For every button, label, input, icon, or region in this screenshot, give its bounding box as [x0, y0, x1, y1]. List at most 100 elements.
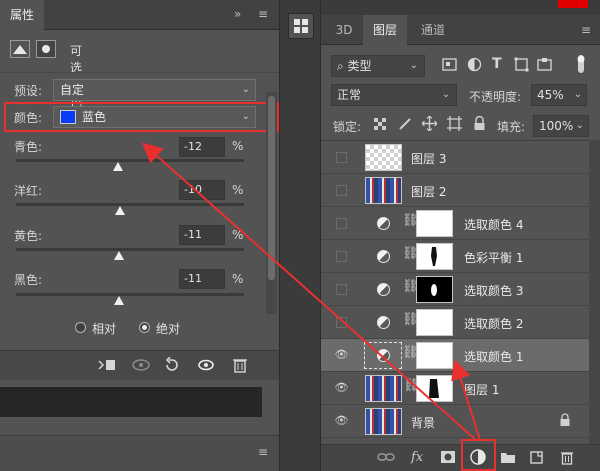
adjustment-icon — [377, 250, 390, 263]
tab-layers[interactable]: 图层 — [363, 15, 407, 45]
layer-comps-icon[interactable] — [288, 13, 314, 39]
layer-row[interactable]: 👁 ⛓ 图层 1 — [321, 372, 589, 405]
yellow-slider-track[interactable] — [16, 248, 244, 251]
layer-row[interactable]: ⛓ 选取颜色 4 — [321, 207, 589, 240]
adjustment-layer-icon[interactable] — [10, 40, 30, 58]
link-layers-icon[interactable] — [377, 450, 395, 468]
blend-mode-select[interactable]: 正常 ⌄ — [331, 84, 457, 106]
black-slider-track[interactable] — [16, 293, 244, 296]
radio-relative[interactable] — [75, 322, 86, 333]
layer-name[interactable]: 图层 1 — [464, 381, 499, 398]
scrollbar-thumb[interactable] — [268, 96, 275, 280]
visibility-toggle[interactable] — [336, 185, 347, 196]
layer-name[interactable]: 图层 3 — [411, 150, 446, 167]
lock-icon — [559, 413, 571, 430]
eye-icon[interactable]: 👁 — [334, 381, 349, 395]
black-unit: % — [232, 272, 244, 286]
magenta-slider-track[interactable] — [16, 203, 244, 206]
collapse-panel-button[interactable]: » — [234, 7, 241, 21]
layer-row[interactable]: ⛓ 选取颜色 3 — [321, 273, 589, 306]
visibility-toggle[interactable] — [336, 317, 347, 328]
eye-icon[interactable]: 👁 — [334, 414, 349, 428]
cyan-slider-thumb[interactable] — [113, 162, 123, 171]
lock-transparent-icon[interactable] — [374, 118, 387, 135]
layer-row-selected[interactable]: 👁 ⛓ 选取颜色 1 — [321, 339, 589, 372]
layer-name[interactable]: 色彩平衡 1 — [464, 249, 523, 266]
panel-menu-icon[interactable]: ≡ — [258, 7, 268, 21]
lock-all-icon[interactable] — [473, 115, 486, 135]
layer-name[interactable]: 选取颜色 3 — [464, 282, 523, 299]
clip-to-layer-icon[interactable] — [97, 357, 117, 377]
panel-menu-icon[interactable]: ≡ — [258, 445, 268, 459]
properties-scrollbar[interactable] — [266, 92, 277, 314]
filter-kind-select[interactable]: ⌕ 类型 ⌄ — [331, 55, 425, 77]
new-layer-icon[interactable] — [529, 450, 544, 468]
visibility-toggle[interactable] — [336, 251, 347, 262]
black-value-input[interactable]: -11 — [179, 269, 225, 289]
visibility-toggle[interactable] — [336, 152, 347, 163]
preset-value: 自定 — [60, 83, 85, 97]
filter-adjustment-icon[interactable] — [467, 57, 482, 76]
cyan-slider-track[interactable] — [16, 159, 244, 162]
tab-3d[interactable]: 3D — [329, 15, 359, 45]
layer-row[interactable]: 图层 2 — [321, 174, 589, 207]
layer-name[interactable]: 选取颜色 1 — [464, 348, 523, 365]
yellow-value-input[interactable]: -11 — [179, 225, 225, 245]
lock-artboard-icon[interactable] — [447, 116, 462, 135]
layers-scrollbar[interactable] — [589, 140, 600, 444]
layer-row[interactable]: 图层 3 — [321, 141, 589, 174]
color-select[interactable]: 蓝色 ⌄ — [53, 106, 256, 128]
layer-name[interactable]: 选取颜色 2 — [464, 315, 523, 332]
yellow-slider-thumb[interactable] — [114, 251, 124, 260]
group-folder-icon[interactable] — [500, 450, 516, 468]
layer-name[interactable]: 背景 — [411, 414, 435, 431]
radio-absolute-label[interactable]: 绝对 — [156, 320, 180, 337]
yellow-unit: % — [232, 228, 244, 242]
layer-row[interactable]: ⛓ 色彩平衡 1 — [321, 240, 589, 273]
radio-absolute[interactable] — [139, 322, 150, 333]
chevron-down-icon: ⌄ — [409, 60, 418, 71]
preset-label: 预设: — [14, 84, 43, 98]
layer-name[interactable]: 图层 2 — [411, 183, 446, 200]
magenta-value-input[interactable]: -10 — [179, 180, 225, 200]
view-previous-icon[interactable] — [131, 357, 151, 377]
opacity-value: 45% — [537, 88, 564, 102]
lock-position-icon[interactable] — [421, 115, 438, 135]
cyan-value-input[interactable]: -12 — [179, 137, 225, 157]
layer-name[interactable]: 选取颜色 4 — [464, 216, 523, 233]
filter-toggle-icon[interactable] — [575, 53, 587, 79]
add-mask-icon[interactable] — [440, 450, 456, 468]
radio-relative-label[interactable]: 相对 — [92, 320, 116, 337]
filter-shape-icon[interactable] — [514, 57, 529, 76]
opacity-input[interactable]: 45% ⌄ — [531, 84, 587, 106]
tab-properties[interactable]: 属性 — [0, 0, 44, 30]
trash-icon[interactable] — [232, 357, 248, 377]
fx-icon[interactable]: fx — [411, 450, 423, 465]
slider-label-black: 黑色: — [14, 273, 43, 287]
search-icon: ⌕ — [337, 59, 348, 73]
slider-label-yellow: 黄色: — [14, 229, 43, 243]
layer-row[interactable]: 👁 背景 — [321, 405, 589, 438]
tab-channels[interactable]: 通道 — [413, 15, 453, 45]
filter-smart-object-icon[interactable] — [537, 57, 552, 76]
panel-menu-icon[interactable]: ≡ — [577, 15, 595, 45]
magenta-slider-thumb[interactable] — [115, 206, 125, 215]
black-slider-thumb[interactable] — [114, 296, 124, 305]
lock-pixels-brush-icon[interactable] — [398, 117, 412, 135]
eye-icon[interactable]: 👁 — [334, 348, 349, 362]
filter-pixel-icon[interactable] — [442, 57, 457, 76]
visibility-icon[interactable] — [197, 357, 215, 377]
color-indicator — [558, 0, 588, 8]
layer-row[interactable]: ⛓ 选取颜色 2 — [321, 306, 589, 339]
preset-select[interactable]: 自定 ⌄ — [53, 79, 256, 101]
reset-icon[interactable] — [163, 356, 181, 377]
trash-icon[interactable] — [560, 450, 574, 469]
layer-mask-thumbnail — [416, 276, 453, 303]
filter-type-icon[interactable]: T — [492, 56, 502, 72]
layer-mask-thumbnail — [416, 342, 453, 369]
visibility-toggle[interactable] — [336, 218, 347, 229]
mask-icon[interactable] — [36, 40, 56, 58]
visibility-toggle[interactable] — [336, 284, 347, 295]
fill-input[interactable]: 100% ⌄ — [533, 115, 589, 137]
layers-panel: 3D 图层 通道 ≡ ⌕ 类型 ⌄ T 正常 ⌄ 不透明度: 45% ⌄ 锁定: — [321, 0, 600, 471]
